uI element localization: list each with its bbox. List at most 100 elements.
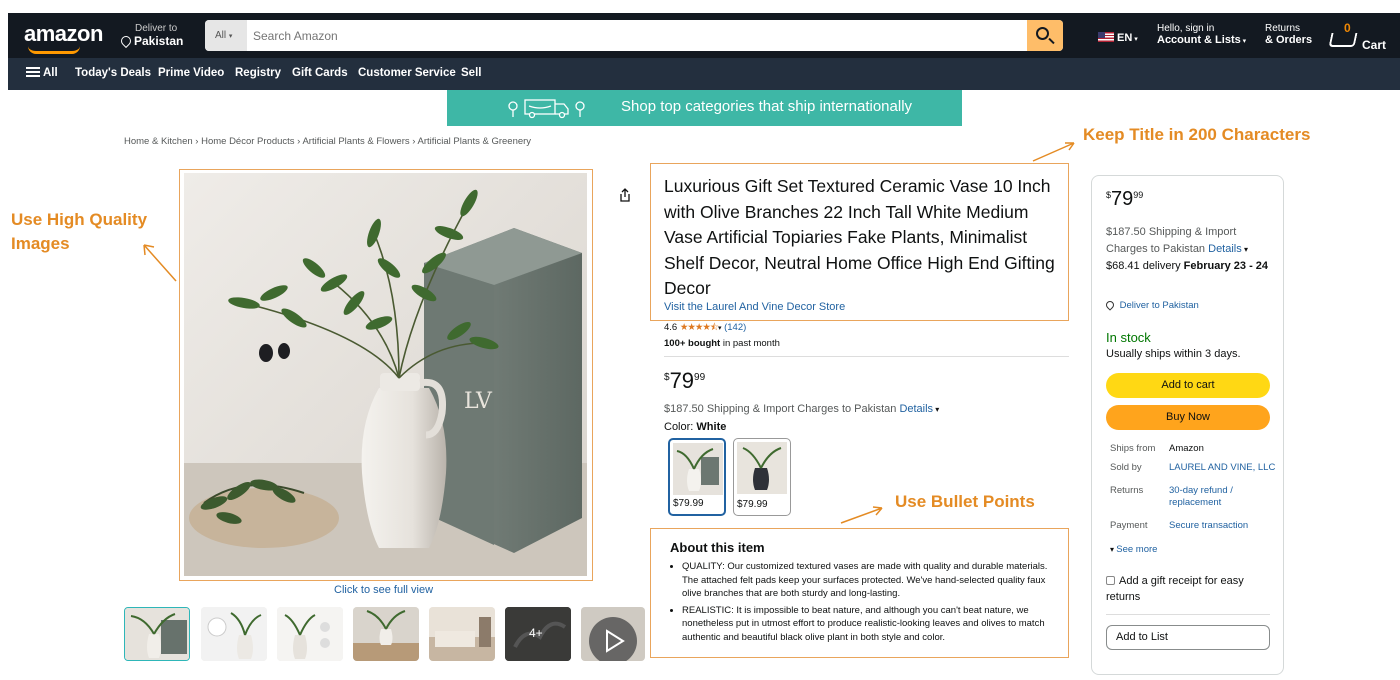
click-to-see-full-view-link[interactable]: Click to see full view [334, 584, 433, 596]
swatch-image [673, 443, 723, 495]
star-rating-icon: ★★★★⯪ [679, 322, 719, 333]
nav-registry[interactable]: Registry [235, 67, 281, 79]
buybox-details-link[interactable]: Details [1208, 243, 1242, 255]
swatch-image-art [673, 443, 723, 495]
ships-within: Usually ships within 3 days. [1106, 348, 1241, 360]
amazon-logo[interactable]: amazon [24, 21, 103, 47]
deliver-to-country: Pakistan [134, 34, 184, 48]
banner-text: Shop top categories that ship internatio… [621, 98, 913, 115]
location-pin-icon [1104, 299, 1116, 311]
shipping-details-link[interactable]: Details [899, 403, 933, 415]
gallery-thumbnail-3[interactable] [277, 607, 343, 661]
nav-customer-service[interactable]: Customer Service [358, 67, 456, 79]
delivery-truck-icon [508, 99, 585, 119]
divider [664, 356, 1069, 357]
amazon-logo-smile-icon [28, 46, 80, 54]
annotation-arrow-title [1032, 142, 1075, 162]
play-video-icon [581, 607, 645, 661]
cart-label: Cart [1362, 38, 1387, 52]
secondary-nav-bar: All Today's Deals Prime Video Registry G… [8, 58, 1400, 90]
gift-receipt-checkbox[interactable] [1106, 576, 1115, 585]
more-images-count: 4+ [529, 626, 543, 640]
see-more-link[interactable]: ▾ See more [1110, 544, 1157, 555]
about-heading: About this item [670, 540, 765, 555]
buy-now-button[interactable]: Buy Now [1106, 405, 1270, 430]
hamburger-icon [26, 67, 40, 77]
search-category-dropdown[interactable]: All ▾ [205, 20, 247, 51]
deliver-to-label: Deliver to [135, 23, 178, 34]
gallery-more-images[interactable]: 4+ [505, 607, 571, 661]
search-button[interactable] [1027, 20, 1063, 51]
ship-international-banner[interactable]: Shop top categories that ship internatio… [447, 90, 962, 126]
secure-transaction-link[interactable]: Secure transaction [1169, 520, 1279, 531]
seller-link[interactable]: LAUREL AND VINE, LLC [1169, 462, 1279, 473]
search-bar: All ▾ [205, 20, 1063, 51]
rating-row[interactable]: 4.6 ★★★★⯪▾ (142) [664, 320, 746, 336]
main-product-image[interactable]: LV [184, 173, 587, 576]
thumbnail-image [201, 607, 267, 661]
bullet-point: REALISTIC: It is impossible to beat natu… [682, 604, 1060, 645]
store-link[interactable]: Visit the Laurel And Vine Decor Store [664, 301, 845, 313]
us-flag-icon [1098, 32, 1114, 42]
nav-prime-video[interactable]: Prime Video [158, 67, 224, 79]
review-count[interactable]: (142) [724, 322, 746, 333]
breadcrumb[interactable]: Home & Kitchen › Home Décor Products › A… [124, 136, 531, 147]
gift-receipt-option[interactable]: Add a gift receipt for easy returns [1106, 573, 1276, 605]
color-swatch-white[interactable]: $79.99 [668, 438, 726, 516]
returns-policy-link[interactable]: 30-day refund / replacement [1169, 485, 1279, 509]
svg-text:LV: LV [464, 389, 493, 414]
bullet-point: QUALITY: Our customized textured vases a… [682, 560, 1060, 601]
thumbnail-image [277, 607, 343, 661]
swatch-image [737, 442, 787, 494]
bought-in-past-month: 100+ bought in past month [664, 338, 780, 349]
annotation-bullet-points: Use Bullet Points [895, 492, 1035, 511]
shipping-charges: $187.50 Shipping & Import Charges to Pak… [664, 403, 940, 415]
language-selector[interactable]: EN ▾ [1098, 32, 1138, 44]
gallery-thumbnail-5[interactable] [429, 607, 495, 661]
product-title: Luxurious Gift Set Textured Ceramic Vase… [664, 176, 1055, 298]
cart-count: 0 [1344, 21, 1351, 35]
nav-sell[interactable]: Sell [461, 67, 481, 79]
location-pin-icon [118, 33, 134, 49]
gallery-thumbnail-1[interactable] [124, 607, 190, 661]
gallery-thumbnail-2[interactable] [201, 607, 267, 661]
annotation-arrow-images [143, 244, 177, 282]
gallery-thumbnail-4[interactable] [353, 607, 419, 661]
top-nav-bar: amazon Deliver to Pakistan All ▾ EN ▾ He… [8, 13, 1400, 58]
thumbnail-image [353, 607, 419, 661]
divider [1106, 614, 1270, 615]
product-price: $7999 [664, 368, 706, 393]
share-icon[interactable] [618, 188, 632, 202]
vase-with-olive-branches-image: LV [184, 173, 587, 576]
add-to-list-button[interactable]: Add to List [1106, 625, 1270, 650]
swatch-image-art [737, 442, 787, 494]
about-this-item: About this item QUALITY: Our customized … [670, 540, 1060, 648]
thumbnail-image [429, 607, 495, 661]
account-and-lists[interactable]: Hello, sign in Account & Lists ▾ [1157, 23, 1246, 46]
annotation-arrow-bullets [840, 506, 883, 524]
returns-row: Returns 30-day refund / replacement [1110, 485, 1280, 513]
all-menu-button[interactable]: All [26, 67, 58, 79]
nav-gift-cards[interactable]: Gift Cards [292, 67, 348, 79]
payment-row: Payment Secure transaction [1110, 520, 1280, 534]
add-to-cart-button[interactable]: Add to cart [1106, 373, 1270, 398]
buybox-price: $7999 [1106, 188, 1144, 210]
color-swatch-black[interactable]: $79.99 [733, 438, 791, 516]
stock-status: In stock [1106, 330, 1151, 345]
cart-icon [1328, 33, 1358, 47]
buybox-shipping: $187.50 Shipping & Import Charges to Pak… [1106, 226, 1248, 255]
nav-todays-deals[interactable]: Today's Deals [75, 67, 151, 79]
search-input[interactable] [247, 20, 1027, 51]
deliver-to-location[interactable]: Deliver to Pakistan [118, 23, 184, 49]
thumbnail-image [125, 608, 189, 660]
returns-and-orders[interactable]: Returns & Orders [1265, 23, 1312, 46]
deliver-to-pakistan-link[interactable]: Deliver to Pakistan [1104, 299, 1199, 311]
sold-by-row: Sold by LAUREL AND VINE, LLC [1110, 462, 1280, 476]
annotation-title-length: Keep Title in 200 Characters [1083, 125, 1311, 144]
buybox-delivery: $68.41 delivery February 23 - 24 [1106, 260, 1269, 272]
ships-from-row: Ships from Amazon [1110, 443, 1204, 454]
search-icon [1036, 27, 1049, 40]
buy-box: $7999 $187.50 Shipping & Import Charges … [1091, 175, 1284, 675]
gallery-video-thumbnail[interactable] [581, 607, 645, 661]
rating-value: 4.6 [664, 322, 678, 333]
